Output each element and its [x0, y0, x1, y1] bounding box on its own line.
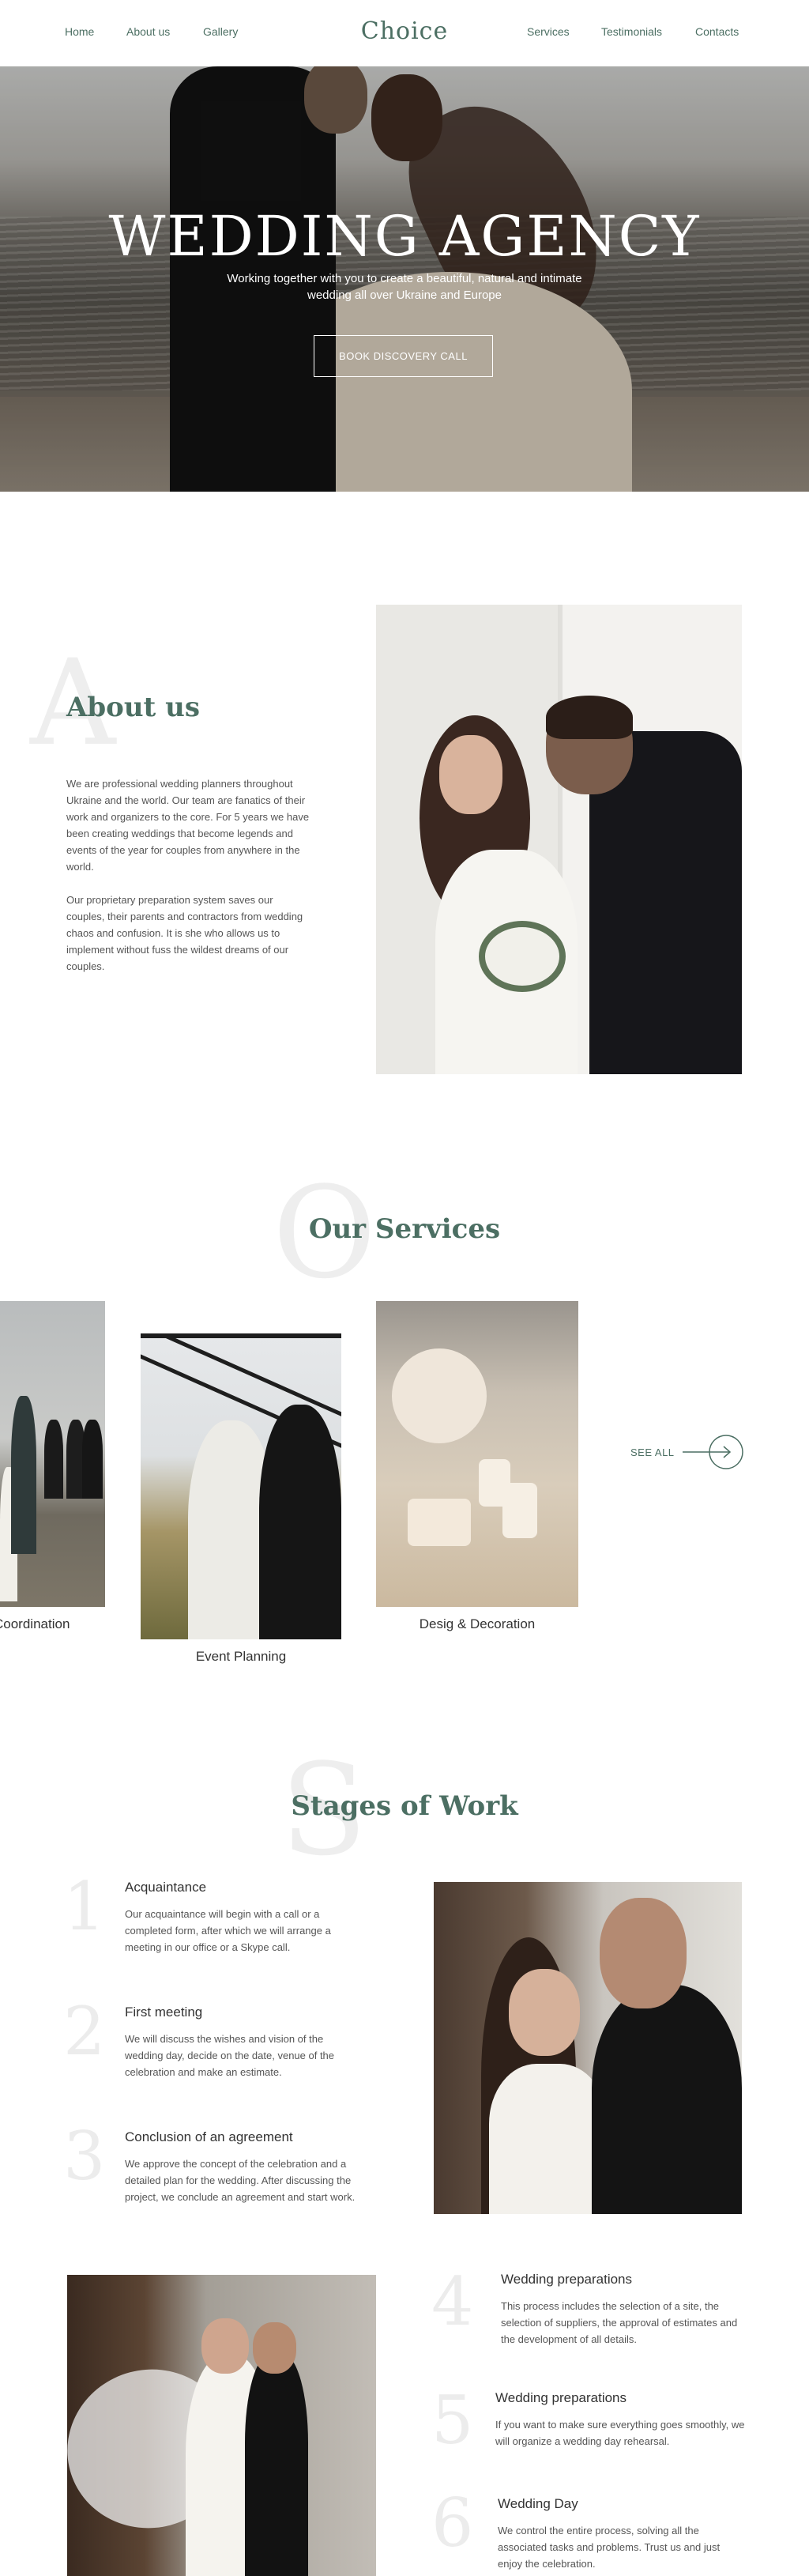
- stage-text-1: Our acquaintance will begin with a call …: [125, 1908, 331, 1953]
- service-design-decoration-photo[interactable]: [376, 1301, 578, 1607]
- stage-title-6: Wedding Day: [498, 2496, 578, 2511]
- coordination-guest-shape: [11, 1396, 36, 1554]
- page: Home About us Gallery Choice Services Te…: [0, 0, 809, 2576]
- stage-text-2: We will discuss the wishes and vision of…: [125, 2033, 335, 2078]
- stages-photo-dress: [489, 2064, 608, 2214]
- stage-number-3: 3: [63, 2118, 106, 2195]
- stage-number-6: 6: [431, 2484, 474, 2562]
- stages-photo-bride-face: [201, 2318, 249, 2374]
- nav-link-services[interactable]: Services: [527, 25, 570, 38]
- about-paragraph-1: We are professional wedding planners thr…: [66, 778, 310, 873]
- stage-text-3: We approve the concept of the celebratio…: [125, 2158, 356, 2203]
- stage-title-5: Wedding preparations: [495, 2390, 627, 2405]
- decor-candle-shape: [408, 1499, 471, 1546]
- services-title: Our Services: [308, 1213, 501, 1245]
- stage-text-5: If you want to make sure everything goes…: [495, 2419, 745, 2447]
- coordination-guest-shape: [82, 1420, 103, 1499]
- stages-couple-photo-2: [67, 2275, 376, 2576]
- stage-title-1: Acquaintance: [125, 1880, 207, 1895]
- service-label-coordination[interactable]: Coordination: [0, 1616, 70, 1632]
- stage-title-2: First meeting: [125, 2005, 203, 2020]
- event-groom-shape: [259, 1405, 341, 1639]
- stage-number-5: 5: [431, 2382, 474, 2459]
- stage-title-3: Conclusion of an agreement: [125, 2129, 293, 2144]
- about-photo-bouquet: [479, 921, 566, 992]
- stage-text-4: This process includes the selection of a…: [501, 2300, 738, 2345]
- hero-subtitle: Working together with you to create a be…: [227, 272, 582, 302]
- stages-photo-groom-head: [253, 2322, 296, 2374]
- stage-number-4: 4: [431, 2263, 474, 2340]
- about-title: About us: [66, 692, 200, 723]
- top-navigation: Home About us Gallery Choice Services Te…: [0, 0, 809, 66]
- nav-link-testimonials[interactable]: Testimonials: [601, 25, 662, 38]
- service-label-event-planning[interactable]: Event Planning: [141, 1649, 341, 1665]
- about-photo-groom-hair: [546, 696, 633, 739]
- stage-number-1: 1: [63, 1868, 106, 1945]
- about-photo-bride-face: [439, 735, 502, 814]
- stages-title: Stages of Work: [291, 1790, 518, 1822]
- book-discovery-call-button[interactable]: BOOK DISCOVERY CALL: [314, 335, 493, 377]
- coordination-guest-shape: [44, 1420, 63, 1499]
- stages-photo-groom: [592, 1985, 742, 2214]
- event-arch-beam: [141, 1333, 341, 1417]
- service-label-design-decoration[interactable]: Desig & Decoration: [376, 1616, 578, 1632]
- service-event-planning-photo[interactable]: [141, 1333, 341, 1639]
- arrow-right-icon[interactable]: [681, 1435, 744, 1469]
- stages-photo-groom-head: [600, 1898, 687, 2008]
- stage-text-6: We control the entire process, solving a…: [498, 2525, 721, 2570]
- about-couple-photo: [376, 605, 742, 1074]
- hero-title: WEDDING AGENCY: [108, 204, 701, 269]
- nav-link-contacts[interactable]: Contacts: [695, 25, 739, 38]
- stage-number-2: 2: [63, 1993, 106, 2070]
- see-all-link[interactable]: SEE ALL: [630, 1446, 675, 1458]
- logo[interactable]: Choice: [0, 17, 809, 45]
- stages-couple-photo-1: [434, 1882, 742, 2214]
- stage-title-4: Wedding preparations: [501, 2272, 633, 2287]
- stages-photo-bride-face: [509, 1969, 580, 2056]
- stages-photo-groom: [245, 2354, 308, 2576]
- about-paragraph-2: Our proprietary preparation system saves…: [66, 894, 303, 972]
- service-coordination-photo[interactable]: [0, 1301, 105, 1607]
- decor-candle-shape: [502, 1483, 537, 1538]
- decor-flower-shape: [392, 1348, 487, 1443]
